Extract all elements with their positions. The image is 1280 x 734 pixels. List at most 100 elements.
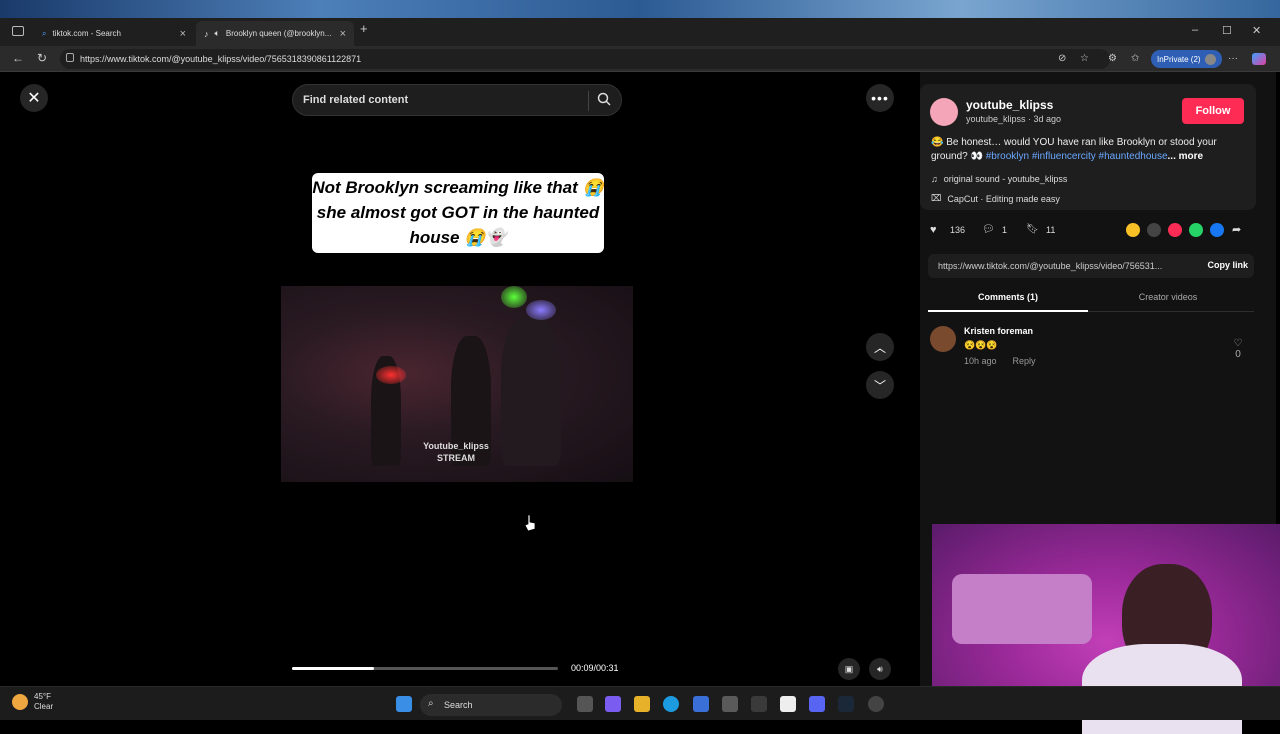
avatar: [1204, 53, 1216, 65]
taskbar-search-label: Search: [444, 700, 473, 710]
copilot-app-icon[interactable]: [605, 696, 621, 712]
background-couch: [952, 574, 1092, 644]
post-description: 😂 Be honest… would YOU have ran like Bro…: [931, 136, 1249, 164]
username[interactable]: youtube_klipss: [966, 98, 1053, 112]
reply-button[interactable]: Reply: [1013, 356, 1036, 366]
taskbar-search[interactable]: ⌕ Search: [420, 694, 562, 716]
progress-fill: [292, 667, 375, 670]
windows-start-icon[interactable]: [396, 696, 412, 712]
steam-icon[interactable]: [838, 696, 854, 712]
avatar[interactable]: [930, 326, 956, 352]
app-icon[interactable]: [751, 696, 767, 712]
heart-icon: ♥: [930, 224, 937, 236]
save-button[interactable]: 🔖︎ 11: [1026, 224, 1055, 236]
tab-bar: ⌕ tiktok.com - Search × ♪ 🔈︎ Brooklyn qu…: [0, 18, 1280, 46]
capcut-app-icon[interactable]: [780, 696, 796, 712]
mouse-cursor: [524, 515, 536, 531]
new-tab-button[interactable]: +: [360, 21, 368, 36]
comment-button[interactable]: 💬︎ 1: [982, 224, 1007, 236]
capcut-label: CapCut · Editing made easy: [947, 193, 1060, 204]
comment-like-count: 0: [1235, 349, 1241, 360]
lock-icon[interactable]: [66, 53, 74, 62]
bookmark-icon: 🔖︎: [1026, 224, 1039, 235]
tracking-icon[interactable]: ⊘: [1058, 53, 1066, 64]
more-options-icon[interactable]: •••: [866, 84, 894, 112]
follow-button[interactable]: Follow: [1182, 98, 1244, 124]
more-menu-icon[interactable]: ···: [1228, 53, 1238, 64]
settings-icon[interactable]: [868, 696, 884, 712]
capcut-row[interactable]: ⌧ CapCut · Editing made easy: [931, 193, 1060, 204]
weather-condition: Clear: [34, 702, 54, 711]
sound-row[interactable]: ♫ original sound - youtube_klipss: [931, 174, 1067, 184]
save-count: 11: [1046, 225, 1056, 235]
volume-icon[interactable]: 🔊︎: [869, 658, 891, 680]
minimize-button[interactable]: –: [1192, 24, 1198, 36]
edge-icon[interactable]: [663, 696, 679, 712]
facebook-icon[interactable]: [1210, 223, 1224, 237]
discord-icon[interactable]: [809, 696, 825, 712]
copilot-icon[interactable]: [1252, 53, 1266, 65]
video-link: https://www.tiktok.com/@youtube_klipss/v…: [938, 261, 1163, 271]
search-icon[interactable]: [597, 92, 611, 106]
refresh-icon[interactable]: ↻: [37, 51, 47, 65]
share-emoji-icon[interactable]: [1126, 223, 1140, 237]
comment-text: 😵😵😵: [964, 340, 998, 350]
copy-link-button[interactable]: Copy link: [1207, 260, 1248, 270]
embed-icon[interactable]: [1147, 223, 1161, 237]
url-field[interactable]: https://www.tiktok.com/@youtube_klipss/v…: [60, 49, 1110, 69]
whatsapp-icon[interactable]: [1189, 223, 1203, 237]
file-explorer-icon[interactable]: [634, 696, 650, 712]
hashtags[interactable]: #brooklyn #influencercity #hauntedhouse: [986, 151, 1168, 162]
tiktok-icon: ♪: [204, 28, 209, 39]
tab-creator-videos[interactable]: Creator videos: [1088, 292, 1248, 302]
search-placeholder: Find related content: [303, 94, 409, 106]
watermark-text: Youtube_klipss: [423, 441, 489, 451]
close-icon[interactable]: ✕: [20, 84, 48, 112]
send-icon[interactable]: [1168, 223, 1182, 237]
capcut-icon: ⌧: [931, 193, 942, 203]
avatar[interactable]: [930, 98, 958, 126]
link-box: https://www.tiktok.com/@youtube_klipss/v…: [928, 254, 1254, 278]
post-card: youtube_klipss youtube_klipss · 3d ago F…: [920, 84, 1256, 210]
address-bar: ← ↻ https://www.tiktok.com/@youtube_klip…: [0, 46, 1280, 72]
pip-icon[interactable]: ▣: [838, 658, 860, 680]
taskbar: 45°F Clear ⌕ Search: [0, 686, 1280, 720]
post-meta: youtube_klipss · 3d ago: [966, 114, 1062, 124]
inprivate-badge[interactable]: InPrivate (2): [1151, 50, 1222, 68]
back-icon[interactable]: ←: [12, 51, 24, 65]
heart-outline-icon: ♡: [1233, 338, 1243, 349]
favorite-star-icon[interactable]: ☆: [1080, 53, 1089, 64]
more-link[interactable]: ... more: [1168, 151, 1204, 162]
like-count: 136: [950, 225, 966, 235]
tab-comments[interactable]: Comments (1): [928, 292, 1088, 312]
comment-like[interactable]: ♡ 0: [1230, 338, 1246, 360]
task-view-icon[interactable]: [577, 696, 593, 712]
tab-title: Brooklyn queen (@brooklyn...: [225, 29, 332, 38]
app-icon[interactable]: [693, 696, 709, 712]
share-arrow-icon[interactable]: ➦: [1232, 223, 1246, 237]
purple-hat: [526, 300, 556, 320]
close-tab-icon[interactable]: ×: [340, 28, 346, 40]
green-light: [501, 286, 527, 308]
extensions-icon[interactable]: ⚙: [1108, 53, 1117, 64]
comment-author[interactable]: Kristen foreman: [964, 326, 1033, 336]
tab-search[interactable]: ⌕ tiktok.com - Search ×: [34, 21, 194, 46]
maximize-button[interactable]: ☐: [1222, 24, 1232, 37]
progress-bar[interactable]: [292, 667, 558, 670]
tab-title: tiktok.com - Search: [52, 29, 121, 38]
favorites-icon[interactable]: ✩: [1131, 53, 1139, 64]
speaker-icon[interactable]: 🔈︎: [215, 28, 220, 39]
weather-widget[interactable]: 45°F Clear: [12, 692, 53, 712]
tab-tiktok-video[interactable]: ♪ 🔈︎ Brooklyn queen (@brooklyn... ×: [196, 21, 354, 46]
video-time: 00:09/00:31: [571, 663, 619, 673]
like-button[interactable]: ♥ 136: [930, 224, 965, 236]
search-input[interactable]: Find related content: [292, 84, 622, 116]
watermark-text: STREAM: [437, 453, 475, 463]
chevron-up-icon[interactable]: ︿: [866, 333, 894, 361]
weather-icon: [12, 694, 28, 710]
close-tab-icon[interactable]: ×: [180, 28, 186, 40]
tab-actions-icon[interactable]: [12, 26, 24, 36]
store-icon[interactable]: [722, 696, 738, 712]
chevron-down-icon[interactable]: ﹀: [866, 371, 894, 399]
close-window-button[interactable]: ✕: [1252, 24, 1261, 37]
